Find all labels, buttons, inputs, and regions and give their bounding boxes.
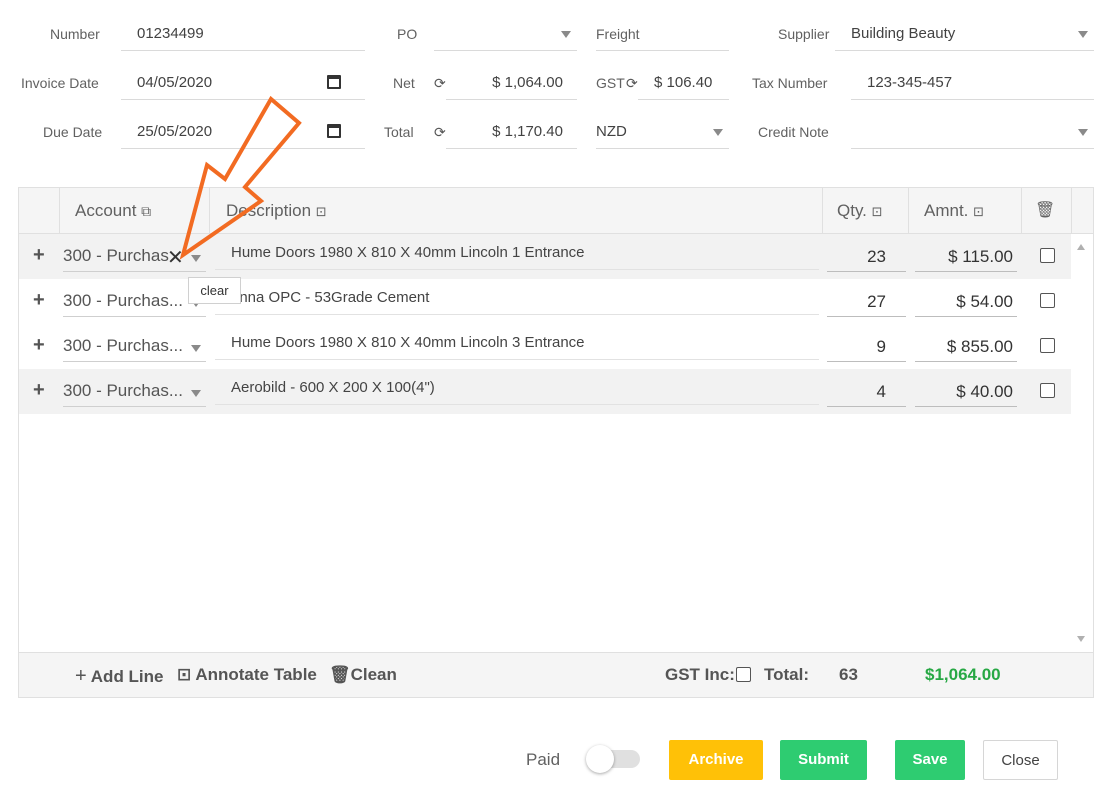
- po-label: PO: [397, 26, 418, 42]
- invoice-date-label: Invoice Date: [21, 75, 99, 91]
- gst-inc-checkbox[interactable]: [736, 667, 751, 682]
- table-row[interactable]: + 300 - Purchas... enna OPC - 53Grade Ce…: [19, 279, 1071, 324]
- table-row[interactable]: + 300 - Purchas... Aerobild - 600 X 200 …: [19, 369, 1071, 414]
- net-field[interactable]: $ 1,064.00: [446, 66, 577, 100]
- add-row-icon[interactable]: +: [33, 289, 45, 312]
- total-qty: 63: [839, 665, 858, 684]
- tax-number-field[interactable]: 123-345-457: [851, 66, 1094, 100]
- save-button[interactable]: Save: [895, 740, 965, 780]
- column-divider: [59, 188, 60, 234]
- caret-down-icon[interactable]: [713, 129, 723, 136]
- tax-number-label: Tax Number: [752, 75, 828, 91]
- amount-field[interactable]: $ 40.00: [915, 379, 1017, 407]
- number-field[interactable]: 01234499: [121, 17, 365, 51]
- row-checkbox[interactable]: [1040, 293, 1055, 308]
- description-field[interactable]: Hume Doors 1980 X 810 X 40mm Lincoln 1 E…: [215, 240, 819, 270]
- annotation-arrow: [179, 95, 302, 260]
- archive-button[interactable]: Archive: [669, 740, 763, 780]
- qty-field[interactable]: 4: [827, 379, 906, 407]
- net-label: Net: [393, 75, 415, 91]
- toggle-knob[interactable]: [586, 745, 614, 773]
- add-row-icon[interactable]: +: [33, 379, 45, 402]
- credit-note-label: Credit Note: [758, 124, 829, 140]
- annotate-table-button[interactable]: ⊡ Annotate Table: [177, 665, 317, 685]
- column-divider: [1071, 188, 1072, 234]
- trash-icon[interactable]: 🗑︎: [1035, 188, 1055, 234]
- table-footer: + Add Line ⊡ Annotate Table 🗑︎Clean GST …: [19, 652, 1093, 697]
- caret-down-icon[interactable]: [561, 31, 571, 38]
- trash-icon: 🗑︎: [329, 665, 351, 684]
- caret-down-icon[interactable]: [191, 390, 201, 397]
- account-select[interactable]: 300 - Purchas...: [63, 381, 206, 407]
- amount-field[interactable]: $ 855.00: [915, 334, 1017, 362]
- add-line-button[interactable]: + Add Line: [75, 665, 164, 688]
- gst-label: GST: [596, 75, 625, 91]
- amount-field[interactable]: $ 115.00: [915, 244, 1017, 272]
- gst-field[interactable]: $ 106.40: [638, 66, 729, 100]
- submit-button[interactable]: Submit: [780, 740, 867, 780]
- expand-icon[interactable]: ⊡: [872, 204, 883, 219]
- account-select[interactable]: 300 - Purchas...: [63, 291, 206, 317]
- paid-label: Paid: [526, 750, 561, 769]
- qty-field[interactable]: 9: [827, 334, 906, 362]
- sync-icon[interactable]: ⟳: [434, 75, 446, 92]
- column-divider: [908, 188, 909, 234]
- calendar-icon[interactable]: [327, 75, 341, 89]
- number-label: Number: [50, 26, 100, 42]
- annotate-icon: ⊡: [177, 665, 192, 684]
- credit-note-select[interactable]: [851, 115, 1094, 149]
- description-field[interactable]: Hume Doors 1980 X 810 X 40mm Lincoln 3 E…: [215, 330, 819, 360]
- expand-icon[interactable]: ⊡: [316, 204, 327, 219]
- total-amount: $1,064.00: [925, 665, 1001, 684]
- copy-icon[interactable]: ⧉: [141, 203, 151, 219]
- caret-down-icon[interactable]: [1078, 31, 1088, 38]
- supplier-label: Supplier: [778, 26, 830, 42]
- amount-field[interactable]: $ 54.00: [915, 289, 1017, 317]
- add-row-icon[interactable]: +: [33, 244, 45, 267]
- paid-toggle[interactable]: [586, 745, 640, 773]
- row-checkbox[interactable]: [1040, 248, 1055, 263]
- sync-icon[interactable]: ⟳: [434, 124, 446, 141]
- description-field[interactable]: Aerobild - 600 X 200 X 100(4"): [215, 375, 819, 405]
- caret-down-icon[interactable]: [1078, 129, 1088, 136]
- column-header-account[interactable]: Account ⧉: [75, 188, 151, 234]
- column-header-qty[interactable]: Qty. ⊡: [837, 188, 883, 234]
- add-row-icon[interactable]: +: [33, 334, 45, 357]
- table-scrollbar[interactable]: [1071, 234, 1093, 652]
- gst-inc-label: GST Inc:: [665, 665, 735, 684]
- supplier-select[interactable]: Building Beauty: [835, 17, 1094, 51]
- description-field[interactable]: enna OPC - 53Grade Cement: [215, 285, 819, 315]
- caret-down-icon[interactable]: [191, 345, 201, 352]
- clean-button[interactable]: 🗑︎Clean: [329, 665, 397, 685]
- clear-tooltip: clear: [188, 277, 241, 304]
- total-label: Total:: [764, 665, 810, 684]
- qty-field[interactable]: 27: [827, 289, 906, 317]
- total-label: Total: [384, 124, 414, 140]
- column-header-amount[interactable]: Amnt. ⊡: [924, 188, 984, 234]
- expand-icon[interactable]: ⊡: [973, 204, 984, 219]
- qty-field[interactable]: 23: [827, 244, 906, 272]
- sync-icon[interactable]: ⟳: [626, 75, 638, 92]
- row-checkbox[interactable]: [1040, 338, 1055, 353]
- scroll-down-icon[interactable]: [1077, 636, 1085, 642]
- po-select[interactable]: [434, 17, 577, 51]
- scroll-up-icon[interactable]: [1077, 244, 1085, 250]
- account-select[interactable]: 300 - Purchas...: [63, 336, 206, 362]
- plus-icon: +: [75, 665, 87, 687]
- close-button[interactable]: Close: [983, 740, 1058, 780]
- total-field[interactable]: $ 1,170.40: [446, 115, 577, 149]
- currency-select[interactable]: NZD: [596, 115, 729, 149]
- calendar-icon[interactable]: [327, 124, 341, 138]
- column-divider: [1021, 188, 1022, 234]
- due-date-label: Due Date: [43, 124, 103, 140]
- freight-field[interactable]: [596, 17, 729, 51]
- row-checkbox[interactable]: [1040, 383, 1055, 398]
- table-row[interactable]: + 300 - Purchas... Hume Doors 1980 X 810…: [19, 324, 1071, 369]
